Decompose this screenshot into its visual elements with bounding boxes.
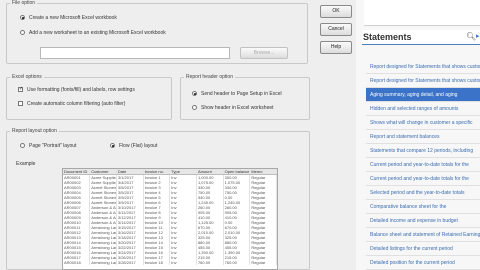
side-panel-header-area	[364, 0, 480, 26]
add-worksheet-radio[interactable]	[20, 30, 25, 35]
side-panel-list-item[interactable]: Balance sheet and statement of Retained …	[366, 228, 480, 242]
example-table-row: AR00018Armstrong Landscaping3/28/2017Inv…	[63, 260, 277, 265]
example-column-header: Document ID	[63, 169, 91, 175]
example-table-cell: Inv	[169, 260, 197, 265]
page-layout-radio[interactable]	[20, 143, 25, 148]
example-preview-grid: Document ID Customer Date Invoice no. Type Am…	[62, 168, 278, 270]
excel-options-legend: Excel options	[12, 74, 42, 80]
example-table-cell: Invoice 18	[143, 260, 171, 265]
header-worksheet-label: Show header in Excel worksheet	[201, 105, 274, 111]
new-workbook-label: Create a new Microsoft Excel workbook	[29, 15, 117, 21]
example-table: Document ID Customer Date Invoice no. Type Am…	[63, 169, 277, 265]
help-side-panel: Statements 🔍︎ ▸ Report designed for Stat…	[356, 0, 480, 270]
side-panel-list-item[interactable]: Current period and year-to-date totals f…	[366, 158, 480, 172]
side-panel-list-item[interactable]: Current period and year-to-date totals f…	[366, 172, 480, 186]
example-table-cell: AR00018	[63, 260, 91, 265]
report-layout-legend: Report layout option	[12, 128, 57, 134]
auto-filter-label: Create automatic column filtering (auto …	[27, 101, 126, 107]
example-table-cell: Armstrong Landscaping	[89, 260, 117, 265]
example-table-cell: 760.00	[196, 260, 224, 265]
workbook-path-input[interactable]	[40, 47, 230, 59]
example-label: Example	[16, 161, 36, 167]
export-dialog: File option Create a new Microsoft Excel…	[0, 0, 357, 270]
side-panel-list-item[interactable]: Detailed income and expense in budget	[366, 214, 480, 228]
side-panel-list-item[interactable]: Detailed listings for the current period	[366, 242, 480, 256]
page-layout-label: Page "Portrait" layout	[29, 143, 77, 149]
example-column-header: Open balance	[223, 169, 251, 175]
help-button[interactable]: Help	[320, 41, 352, 54]
header-page-setup-radio[interactable]	[192, 91, 197, 96]
example-table-cell: 3/28/2017	[116, 260, 144, 265]
side-panel-list-item[interactable]: Aging summary, aging detail, and aging	[366, 88, 480, 102]
example-table-cell: Regular	[249, 260, 277, 265]
side-panel-title: Statements	[363, 32, 412, 42]
side-panel-list-item[interactable]: Selected period and the year-to-date tot…	[366, 186, 480, 200]
side-panel-list-item[interactable]: Comparative balance sheet for the	[366, 200, 480, 214]
side-panel-list-item[interactable]: Report and statement balances	[366, 130, 480, 144]
header-worksheet-radio[interactable]	[192, 105, 197, 110]
browse-button[interactable]: Browse...	[240, 47, 288, 59]
flow-layout-label: Flow (Flat) layout	[119, 143, 158, 149]
side-panel-list-item[interactable]: Statements that compare 12 periods, incl…	[366, 144, 480, 158]
flow-layout-radio[interactable]	[110, 143, 115, 148]
example-table-cell: 760.00	[223, 260, 251, 265]
use-formatting-label: Use formatting (fonts/fill) and labels, …	[27, 87, 135, 93]
report-header-legend: Report header option	[186, 74, 233, 80]
header-page-setup-label: Send header to Page Setup in Excel	[201, 91, 282, 97]
auto-filter-checkbox[interactable]	[18, 101, 23, 106]
ok-button[interactable]: OK	[320, 5, 352, 18]
more-options-icon[interactable]: ▸	[476, 32, 480, 40]
report-header-group: Report header option	[180, 74, 310, 120]
search-icon[interactable]: 🔍︎	[466, 32, 476, 41]
side-panel-list-item[interactable]: Detailed position for the current period	[366, 256, 480, 270]
use-formatting-checkbox[interactable]: ✓	[18, 87, 23, 92]
file-option-legend: File option	[12, 0, 36, 6]
cancel-button[interactable]: Cancel	[320, 23, 352, 36]
side-panel-list-item[interactable]: Report designed for Statements that show…	[366, 60, 480, 74]
side-panel-list-item[interactable]: Shows what will change in customer a spe…	[366, 116, 480, 130]
excel-options-group: Excel options	[6, 74, 172, 120]
side-panel-title-bar: Statements 🔍︎ ▸	[362, 30, 480, 45]
add-worksheet-label: Add a new worksheet to an existing Micro…	[29, 30, 166, 36]
side-panel-list-item[interactable]: Hidden and selected ranges of amounts	[366, 102, 480, 116]
new-workbook-radio[interactable]	[20, 15, 25, 20]
side-panel-list-item[interactable]: Report designed for Statements that show…	[366, 74, 480, 88]
